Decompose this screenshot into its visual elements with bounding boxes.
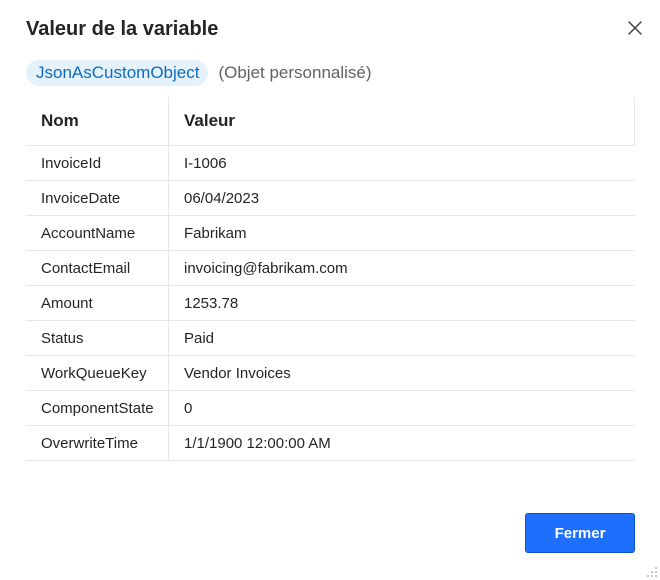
- variable-properties-table: Nom Valeur InvoiceId I-1006 InvoiceDate 06/…: [26, 97, 635, 461]
- property-value-cell: I-1006: [168, 146, 635, 180]
- table-row: OverwriteTime 1/1/1900 12:00:00 AM: [26, 426, 635, 461]
- property-name-cell: OverwriteTime: [41, 434, 138, 452]
- property-value-cell: 06/04/2023: [168, 181, 635, 215]
- table-row: Status Paid: [26, 321, 635, 356]
- table-row: ContactEmail invoicing@fabrikam.com: [26, 251, 635, 286]
- table-row: InvoiceId I-1006: [26, 146, 635, 181]
- property-name-cell: Amount: [41, 294, 93, 312]
- table-header-row: Nom Valeur: [26, 97, 635, 146]
- table-row: AccountName Fabrikam: [26, 216, 635, 251]
- property-name-cell: AccountName: [41, 224, 136, 242]
- variable-type-label: (Objet personnalisé): [218, 63, 372, 82]
- property-name-cell: InvoiceId: [41, 154, 102, 172]
- close-icon: [628, 21, 642, 35]
- table-body: InvoiceId I-1006 InvoiceDate 06/04/2023 Acco…: [26, 146, 635, 461]
- table-row: ComponentState 0: [26, 391, 635, 426]
- property-value-cell: Vendor Invoices: [168, 356, 635, 390]
- resize-grip-icon[interactable]: [646, 566, 658, 578]
- property-value-cell: 1253.78: [168, 286, 635, 320]
- property-name-cell: InvoiceDate: [41, 189, 121, 207]
- close-dialog-button[interactable]: Fermer: [525, 513, 635, 553]
- property-value-cell: Paid: [168, 321, 635, 355]
- column-header-value: Valeur: [168, 97, 635, 145]
- property-value-cell: invoicing@fabrikam.com: [168, 251, 635, 285]
- variable-header: JsonAsCustomObject (Objet personnalisé): [26, 60, 372, 86]
- property-name-cell: ComponentState: [41, 399, 154, 417]
- dialog-title: Valeur de la variable: [26, 18, 219, 40]
- variable-name-pill: JsonAsCustomObject: [26, 60, 209, 86]
- property-value-cell: Fabrikam: [168, 216, 635, 250]
- column-header-name: Nom: [41, 111, 79, 130]
- table-row: InvoiceDate 06/04/2023: [26, 181, 635, 216]
- property-value-cell: 1/1/1900 12:00:00 AM: [168, 426, 635, 460]
- close-button[interactable]: [622, 15, 648, 41]
- table-row: Amount 1253.78: [26, 286, 635, 321]
- property-name-cell: WorkQueueKey: [41, 364, 147, 382]
- property-name-cell: ContactEmail: [41, 259, 131, 277]
- table-row: WorkQueueKey Vendor Invoices: [26, 356, 635, 391]
- property-value-cell: 0: [168, 391, 635, 425]
- property-name-cell: Status: [41, 329, 84, 347]
- variable-value-dialog: Valeur de la variable JsonAsCustomObject…: [0, 0, 660, 580]
